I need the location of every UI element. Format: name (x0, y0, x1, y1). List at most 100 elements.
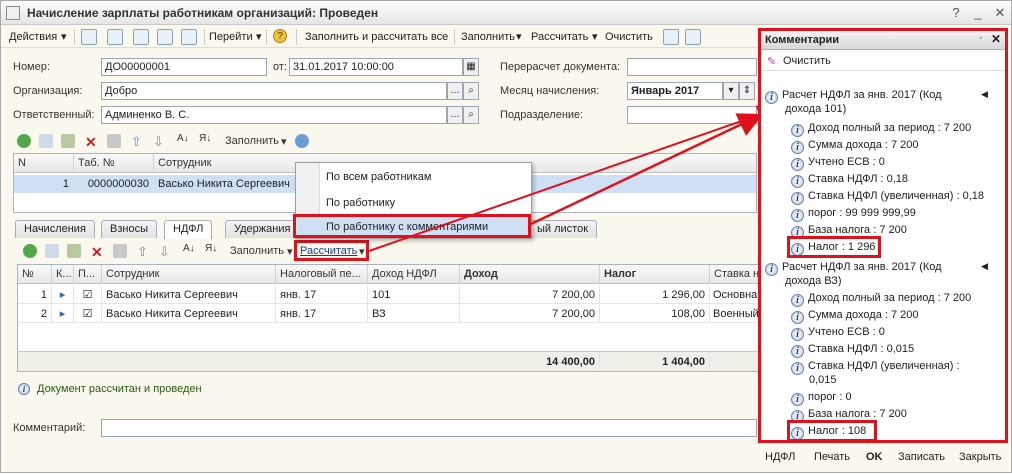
actions-menu[interactable]: Действия (9, 29, 57, 45)
copy-icon[interactable] (133, 29, 149, 45)
column-header[interactable]: N (14, 154, 74, 173)
move-down-icon[interactable]: ⇩ (153, 134, 164, 150)
tab-paysheet[interactable]: ый листок (529, 220, 598, 238)
add-icon[interactable] (23, 244, 37, 258)
copy-icon[interactable] (39, 134, 53, 148)
active-checkbox[interactable]: ☑ (74, 286, 102, 304)
fill-and-calculate-all-button[interactable]: Заполнить и рассчитать все (305, 29, 448, 45)
structure-icon[interactable] (157, 29, 173, 45)
select-button[interactable]: … (447, 82, 463, 100)
select-button[interactable]: … (447, 106, 463, 124)
menu-item-all-employees[interactable]: По всем работникам (326, 171, 431, 183)
sort-desc-icon[interactable]: Я↓ (205, 243, 217, 254)
number-label: Номер: (13, 61, 50, 73)
close-window-button[interactable]: Закрыть (959, 451, 1001, 463)
fill-menu[interactable]: Заполнить (225, 135, 279, 147)
close-icon[interactable]: ✕ (991, 32, 1001, 46)
list-settings-icon[interactable] (685, 29, 701, 45)
column-header[interactable]: Доход (460, 265, 600, 284)
move-down-icon[interactable]: ⇩ (159, 244, 170, 260)
grid-settings-icon[interactable] (663, 29, 679, 45)
column-header[interactable]: Налоговый пе... (276, 265, 368, 284)
title-bar: Начисление зарплаты работникам организац… (1, 1, 1011, 25)
delete-icon[interactable]: ✕ (91, 244, 103, 261)
column-header[interactable]: № (18, 265, 52, 284)
table-row[interactable]: 2 ▸ ☑ Васько Никита Сергеевич янв. 17 ВЗ… (18, 305, 760, 323)
pin-icon[interactable]: ◦ (979, 33, 983, 44)
help-icon[interactable]: ? (273, 29, 287, 43)
copy-icon[interactable] (45, 244, 59, 258)
row-status-icon: ▸ (52, 286, 74, 304)
calendar-icon[interactable]: ▦ (463, 58, 479, 76)
edit-icon[interactable] (67, 244, 81, 258)
clear-comments-button[interactable]: Очистить (783, 55, 831, 67)
minimize-button[interactable]: _ (969, 4, 987, 22)
menu-item-by-employee[interactable]: По работнику (326, 197, 395, 209)
sort-asc-icon[interactable]: A↓ (177, 133, 189, 144)
column-header[interactable]: Ставка н (710, 265, 760, 284)
info-icon: i (791, 328, 804, 341)
chevron-down-icon: ▾ (281, 136, 287, 148)
comment-item: i Учтено ЕСВ : 0 (791, 156, 885, 171)
column-header[interactable]: Сотрудник (102, 265, 276, 284)
tab-accruals[interactable]: Начисления (15, 220, 95, 238)
recalc-field[interactable] (627, 58, 757, 76)
move-up-icon[interactable]: ⇧ (137, 244, 148, 260)
ndfl-button[interactable]: НДФЛ (765, 451, 795, 463)
movements-icon[interactable] (181, 29, 197, 45)
print-button[interactable]: Печать (814, 451, 850, 463)
stepper-icon[interactable]: ⇕ (739, 82, 755, 100)
department-field[interactable] (627, 106, 757, 124)
number-field[interactable]: ДО00000001 (101, 58, 267, 76)
sort-desc-icon[interactable]: Я↓ (199, 133, 211, 144)
comment-item: i Ставка НДФЛ (увеличенная) : (791, 360, 960, 375)
comment-item: i порог : 0 (791, 391, 852, 406)
tab-ndfl[interactable]: НДФЛ (164, 220, 213, 239)
info-icon: i (791, 175, 804, 188)
fill-menu[interactable]: Заполнить (461, 29, 515, 45)
active-checkbox[interactable]: ☑ (74, 305, 102, 323)
employee-icon[interactable] (295, 134, 309, 148)
comment-group-header[interactable]: i Расчет НДФЛ за янв. 2017 (Код (765, 261, 942, 276)
move-up-icon[interactable]: ⇧ (131, 134, 142, 150)
comment-field[interactable] (101, 419, 757, 437)
highlight-box (787, 236, 881, 258)
responsible-field[interactable]: Админенко В. С. (101, 106, 447, 124)
column-header[interactable]: Таб. № (74, 154, 154, 173)
save-row-icon[interactable] (107, 134, 121, 148)
back-icon[interactable] (81, 29, 97, 45)
ok-button[interactable]: OK (866, 451, 883, 463)
month-field[interactable]: Январь 2017 (627, 82, 723, 100)
tab-contributions[interactable]: Взносы (101, 220, 157, 238)
collapse-icon[interactable]: ◀ (981, 261, 988, 272)
column-header[interactable]: Доход НДФЛ (368, 265, 460, 284)
chevron-down-icon[interactable]: ▾ (723, 82, 739, 100)
calculate-menu[interactable]: Рассчитать (531, 29, 588, 45)
date-field[interactable]: 31.01.2017 10:00:00 (289, 58, 463, 76)
tab-deductions[interactable]: Удержания (225, 220, 300, 238)
comment-group-header[interactable]: i Расчет НДФЛ за янв. 2017 (Код (765, 89, 942, 104)
delete-icon[interactable]: ✕ (85, 134, 97, 151)
search-icon[interactable]: ⌕ (463, 106, 479, 124)
close-button[interactable]: ✕ (991, 4, 1009, 22)
help-icon[interactable]: ? (947, 4, 965, 22)
highlight-box (294, 240, 369, 261)
sort-asc-icon[interactable]: A↓ (183, 243, 195, 254)
collapse-icon[interactable]: ◀ (981, 89, 988, 100)
organization-field[interactable]: Добро (101, 82, 447, 100)
table-row[interactable]: 1 ▸ ☑ Васько Никита Сергеевич янв. 17 10… (18, 286, 760, 304)
refresh-icon[interactable] (107, 29, 123, 45)
goto-menu[interactable]: Перейти (209, 29, 253, 45)
search-icon[interactable]: ⌕ (463, 82, 479, 100)
fill-menu[interactable]: Заполнить (230, 245, 284, 257)
edit-icon[interactable] (61, 134, 75, 148)
add-icon[interactable] (17, 134, 31, 148)
column-header[interactable]: П... (74, 265, 102, 284)
save-row-icon[interactable] (113, 244, 127, 258)
clear-button[interactable]: Очистить (605, 29, 653, 45)
save-button[interactable]: Записать (898, 451, 945, 463)
comment-item: i Сумма дохода : 7 200 (791, 139, 919, 154)
chevron-down-icon: ▾ (592, 31, 598, 43)
column-header[interactable]: К... (52, 265, 74, 284)
column-header[interactable]: Налог (600, 265, 710, 284)
